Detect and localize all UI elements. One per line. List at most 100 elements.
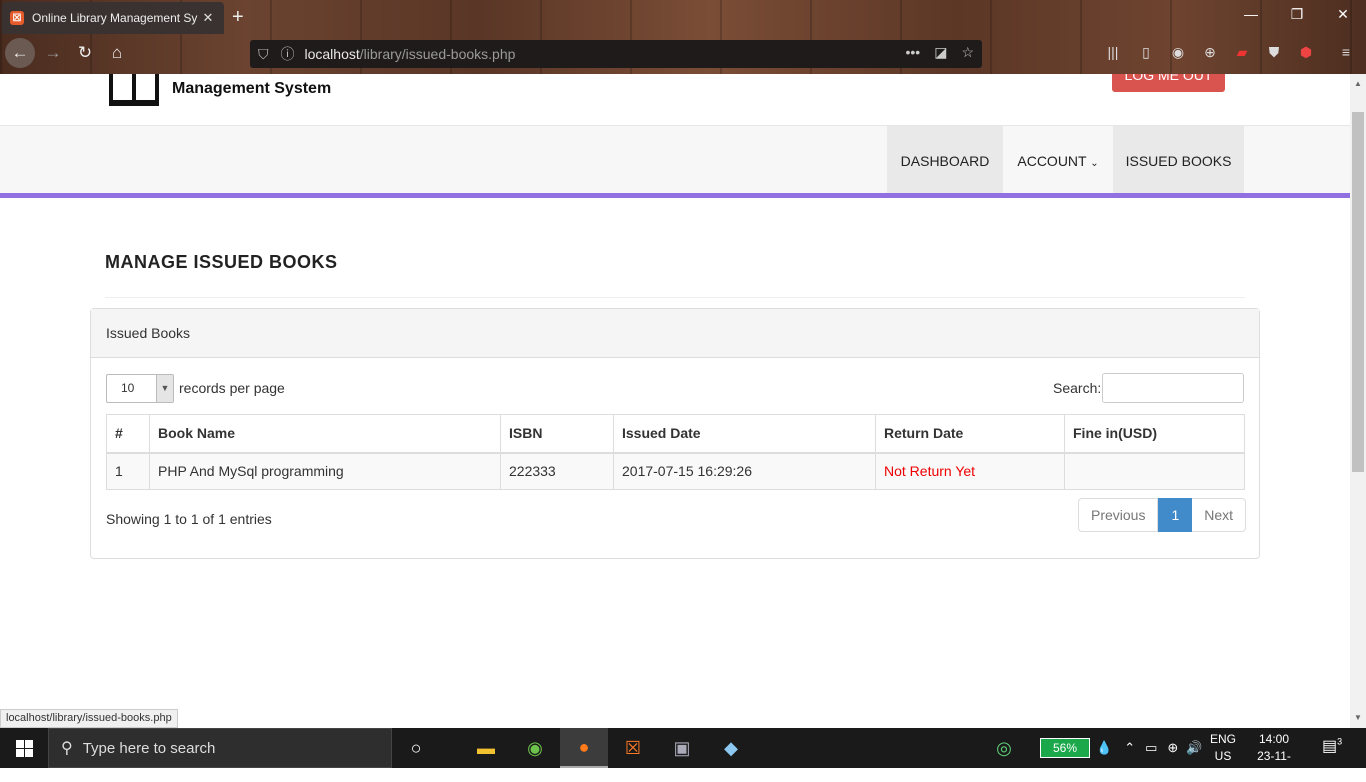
cell-isbn: 222333 (500, 452, 614, 490)
language-indicator[interactable]: ENG US (1210, 731, 1236, 765)
column-header-fine[interactable]: Fine in(USD) (1064, 414, 1245, 454)
scroll-up-icon[interactable]: ▲ (1350, 76, 1366, 92)
cell-number: 1 (106, 452, 150, 490)
search-icon: ⚲ (61, 740, 73, 757)
nav-issued-books[interactable]: ISSUED BOOKS (1113, 126, 1244, 193)
info-icon[interactable]: ⓘ (281, 44, 295, 64)
xampp-favicon-icon: ☒ (10, 11, 24, 25)
menu-icon[interactable]: ≡ (1336, 44, 1356, 60)
url-path: /library/issued-books.php (359, 46, 516, 62)
drop-icon[interactable]: 💧 (1096, 740, 1112, 756)
scroll-down-icon[interactable]: ▼ (1350, 710, 1366, 726)
reload-icon[interactable]: ↻ (70, 40, 100, 66)
notification-count: 3 (1337, 736, 1343, 747)
previous-page-button[interactable]: Previous (1078, 498, 1159, 532)
utorrent-icon[interactable]: ◉ (511, 728, 559, 768)
records-per-page-label: records per page (179, 380, 285, 396)
tab-title: Online Library Management Sy (32, 11, 198, 25)
search-input[interactable] (1102, 373, 1244, 403)
xampp-icon[interactable]: ☒ (609, 728, 657, 768)
file-explorer-icon[interactable]: ▬ (462, 728, 510, 768)
page-actions-icon[interactable]: ••• (905, 44, 920, 61)
close-tab-icon[interactable]: ✕ (200, 10, 216, 26)
new-tab-icon[interactable]: + (232, 6, 244, 29)
column-header-book-name[interactable]: Book Name (149, 414, 501, 454)
page: Management System LOG ME OUT DASHBOARD A… (0, 74, 1350, 728)
site-header: Management System LOG ME OUT (0, 74, 1350, 126)
url-bar[interactable]: ⛉ ⓘ localhost/library/issued-books.php •… (250, 40, 982, 68)
panel-title: Issued Books (91, 309, 1259, 358)
next-page-button[interactable]: Next (1192, 498, 1247, 532)
library-icon[interactable]: ||| (1103, 44, 1123, 60)
windows-icon (15, 739, 33, 757)
browser-tab[interactable]: ☒ Online Library Management Sy ✕ (2, 2, 224, 34)
clock[interactable]: 14:00 23-11-2019 (1244, 731, 1304, 782)
page-1-button[interactable]: 1 (1158, 498, 1193, 532)
clock-date: 23-11-2019 (1257, 749, 1291, 780)
extension-icon[interactable]: ▰ (1232, 44, 1252, 61)
taskbar-search-placeholder: Type here to search (82, 739, 216, 757)
cell-issued-date: 2017-07-15 16:29:26 (613, 452, 876, 490)
cell-book-name: PHP And MySql programming (149, 452, 501, 490)
records-per-page-select[interactable]: 10 ▼ (106, 374, 174, 403)
scrollbar-thumb[interactable] (1352, 112, 1364, 472)
notes-app-icon[interactable]: ◆ (707, 728, 755, 768)
main-nav: DASHBOARD ACCOUNT ⌄ ISSUED BOOKS (0, 126, 1350, 198)
shield-icon[interactable]: ⛉ (258, 46, 269, 63)
brand-name: Management System (172, 80, 332, 97)
network-icon[interactable]: ⊕ (1167, 740, 1178, 756)
logout-button[interactable]: LOG ME OUT (1112, 74, 1225, 92)
nav-account[interactable]: ACCOUNT ⌄ (1003, 126, 1113, 193)
lang-region: US (1214, 749, 1232, 763)
privacy-shield-icon[interactable]: ⛊ (1264, 44, 1284, 61)
table-info: Showing 1 to 1 of 1 entries (106, 511, 272, 527)
lang-code: ENG (1210, 732, 1237, 746)
nav-account-label: ACCOUNT (1017, 153, 1087, 169)
battery-icon[interactable]: ▭ (1145, 740, 1157, 756)
account-icon[interactable]: ◉ (1168, 44, 1188, 61)
globe-icon[interactable]: ⊕ (1200, 44, 1220, 61)
battery-indicator[interactable]: 56% (1040, 738, 1090, 758)
battery-level: 56% (1041, 739, 1089, 757)
cortana-icon[interactable]: ○ (392, 728, 440, 768)
close-window-icon[interactable]: ✕ (1328, 6, 1358, 23)
minimize-icon[interactable]: — (1236, 6, 1266, 22)
column-header-isbn[interactable]: ISBN (500, 414, 614, 454)
home-icon[interactable]: ⌂ (102, 40, 132, 66)
browser-chrome: ☒ Online Library Management Sy ✕ + — ❐ ✕… (0, 0, 1366, 74)
chevron-up-icon[interactable]: ⌃ (1124, 740, 1135, 756)
pocket-icon[interactable]: ◪ (934, 44, 947, 61)
forward-icon[interactable]: → (38, 40, 68, 66)
notification-center-icon[interactable]: ▤3 (1322, 736, 1342, 756)
search-label: Search: (1053, 380, 1102, 396)
cell-fine (1064, 452, 1245, 490)
book-logo-icon (109, 74, 159, 106)
chevron-down-icon: ▼ (156, 375, 173, 402)
issued-books-table: # Book Name ISBN Issued Date Return Date… (106, 414, 1245, 490)
url-host: localhost (304, 46, 360, 62)
divider (105, 297, 1245, 298)
table-row: 1 PHP And MySql programming 222333 2017-… (106, 452, 1245, 490)
nav-dashboard[interactable]: DASHBOARD (887, 126, 1003, 193)
restore-icon[interactable]: ❐ (1282, 6, 1312, 23)
ublock-icon[interactable]: ⬢ (1296, 44, 1316, 61)
activity-monitor-icon[interactable]: ◎ (980, 728, 1028, 768)
column-header-return-date[interactable]: Return Date (875, 414, 1065, 454)
status-url: localhost/library/issued-books.php (0, 709, 178, 728)
chevron-down-icon: ⌄ (1090, 158, 1099, 169)
bookmark-star-icon[interactable]: ☆ (961, 44, 974, 61)
vertical-scrollbar[interactable]: ▲ ▼ (1350, 74, 1366, 728)
column-header-issued-date[interactable]: Issued Date (613, 414, 876, 454)
tray-icons: 💧 ⌃ ▭ ⊕ 🔊 (1096, 728, 1202, 768)
back-icon[interactable]: ← (5, 38, 35, 68)
start-button[interactable] (0, 728, 48, 768)
table-header-row: # Book Name ISBN Issued Date Return Date… (106, 414, 1245, 454)
pagination: Previous 1 Next (1078, 498, 1247, 532)
records-per-page-value: 10 (121, 381, 135, 395)
network-tool-icon[interactable]: ▣ (658, 728, 706, 768)
taskbar-search[interactable]: ⚲ Type here to search (48, 728, 392, 768)
column-header-number[interactable]: # (106, 414, 150, 454)
firefox-icon[interactable]: ● (560, 728, 608, 768)
sidebar-icon[interactable]: ▯ (1136, 44, 1156, 61)
volume-icon[interactable]: 🔊 (1186, 740, 1202, 756)
